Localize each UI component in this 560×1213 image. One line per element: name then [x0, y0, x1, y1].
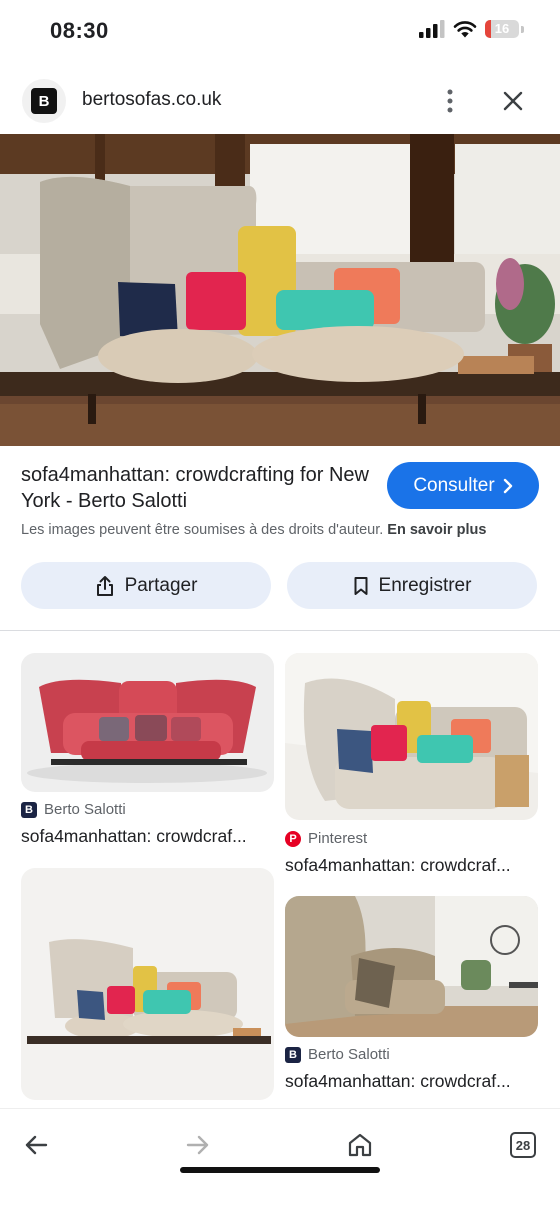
save-label: Enregistrer [378, 574, 472, 596]
url-bar: B bertosofas.co.uk [0, 72, 560, 130]
section-divider [0, 630, 560, 631]
related-caption-2[interactable]: sofa4manhattan: crowdcraf... [285, 855, 538, 876]
related-image-1[interactable] [21, 653, 274, 792]
site-domain[interactable]: bertosofas.co.uk [82, 89, 221, 111]
related-source-4: B Berto Salotti [285, 1046, 390, 1063]
bottom-nav-bar: 28 [0, 1108, 560, 1213]
tab-count: 28 [510, 1132, 536, 1158]
signal-icon [419, 20, 445, 38]
copyright-notice: Les images peuvent être soumises à des d… [21, 522, 486, 538]
status-icons: 16 [419, 20, 524, 38]
bookmark-icon [354, 576, 368, 595]
arrow-back-icon [25, 1135, 48, 1155]
source-name: Pinterest [308, 830, 368, 847]
more-vert-icon [447, 89, 453, 113]
related-caption-1[interactable]: sofa4manhattan: crowdcraf... [21, 826, 274, 847]
share-button[interactable]: Partager [21, 562, 271, 609]
source-name: Berto Salotti [44, 801, 126, 818]
related-source-2: P Pinterest [285, 830, 367, 847]
tabs-button[interactable]: 28 [503, 1125, 543, 1165]
visit-button[interactable]: Consulter [387, 462, 539, 509]
related-source-1: B Berto Salotti [21, 801, 126, 818]
related-image-3[interactable] [21, 868, 274, 1100]
save-button[interactable]: Enregistrer [287, 562, 537, 609]
battery-level: 16 [494, 21, 510, 36]
home-button[interactable] [340, 1125, 380, 1165]
status-time: 08:30 [50, 18, 109, 43]
wifi-icon [453, 21, 477, 38]
forward-button[interactable] [178, 1125, 218, 1165]
source-name: Berto Salotti [308, 1046, 390, 1063]
close-button[interactable] [496, 84, 530, 118]
learn-more-link[interactable]: En savoir plus [387, 522, 486, 538]
berto-salotti-icon: B [21, 801, 37, 818]
share-icon [96, 575, 113, 596]
related-image-2[interactable] [285, 653, 538, 820]
home-indicator[interactable] [180, 1167, 380, 1173]
share-label: Partager [124, 574, 198, 596]
site-favicon: B [22, 79, 66, 123]
close-icon [503, 91, 523, 111]
battery-tip [521, 25, 524, 33]
main-image[interactable] [0, 134, 560, 446]
copyright-text: Les images peuvent être soumises à des d… [21, 522, 384, 538]
related-image-4[interactable] [285, 896, 538, 1037]
related-caption-4[interactable]: sofa4manhattan: crowdcraf... [285, 1071, 538, 1092]
berto-salotti-icon: B [285, 1046, 301, 1063]
status-bar: 08:30 16 [0, 0, 560, 62]
more-options-button[interactable] [436, 84, 464, 118]
back-button[interactable] [16, 1125, 56, 1165]
visit-label: Consulter [413, 474, 495, 496]
battery-icon: 16 [485, 20, 519, 38]
chevron-right-icon [503, 478, 512, 493]
result-title[interactable]: sofa4manhattan: crowdcrafting for New Yo… [21, 462, 371, 514]
pinterest-icon: P [285, 830, 301, 847]
arrow-forward-icon [186, 1135, 209, 1155]
home-icon [348, 1133, 372, 1157]
favicon-letter: B [31, 88, 57, 114]
